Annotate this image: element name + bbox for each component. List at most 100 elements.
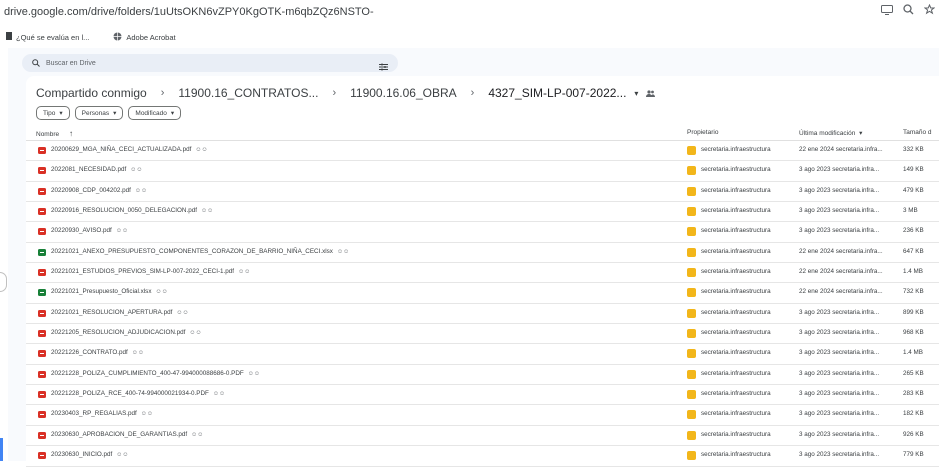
chevron-down-icon: ▾ [859, 130, 863, 137]
search-input[interactable]: Buscar en Drive [22, 54, 398, 72]
bookmark-item[interactable]: ¿Qué se evalúa en l... [6, 32, 89, 42]
size-cell: 479 KB [903, 186, 924, 194]
side-panel-toggle[interactable] [0, 272, 7, 292]
owner-cell: secretaria.infraestructura [701, 369, 771, 377]
size-cell: 926 KB [903, 430, 924, 438]
chevron-down-icon[interactable]: ▾ [634, 89, 638, 98]
size-cell: 3 MB [903, 207, 918, 215]
chip-label: Modificado [135, 109, 167, 117]
file-name-cell[interactable]: 20220908_CDP_004202.pdf ☺☺ [51, 187, 147, 194]
owner-cell: secretaria.infraestructura [701, 390, 771, 398]
owner-cell: secretaria.infraestructura [701, 329, 771, 337]
owner-avatar-icon [687, 288, 696, 298]
column-header-size[interactable]: Tamaño d [903, 129, 932, 136]
file-name-cell[interactable]: 20221021_RESOLUCION_APERTURA.pdf ☺☺ [51, 309, 189, 316]
table-row[interactable]: 20220916_RESOLUCION_0050_DELEGACION.pdf ☺… [26, 202, 939, 223]
size-cell: 1.4 MB [903, 268, 923, 276]
people-icon: ☺☺ [238, 269, 251, 276]
table-row[interactable]: 20221205_RESOLUCION_ADJUDICACION.pdf ☺☺ se… [26, 324, 939, 345]
spreadsheet-file-icon [38, 289, 46, 297]
pdf-file-icon [38, 330, 46, 338]
file-name-cell[interactable]: 20221228_POLIZA_CUMPLIMIENTO_400-47-9940… [51, 370, 260, 377]
file-name-cell[interactable]: 20221021_ANEXO_PRESUPUESTO_COMPONENTES_C… [51, 248, 349, 255]
url-text[interactable]: drive.google.com/drive/folders/1uUtsOKN6… [4, 6, 374, 18]
size-cell: 332 KB [903, 146, 924, 153]
breadcrumb-current[interactable]: 4327_SIM-LP-007-2022... [488, 86, 626, 100]
pdf-file-icon [38, 350, 46, 358]
breadcrumb-item[interactable]: 11900.16_CONTRATOS... [178, 86, 318, 100]
owner-avatar-icon [687, 268, 696, 278]
file-name-cell[interactable]: 20230403_RP_REGALIAS.pdf ☺☺ [51, 410, 153, 417]
table-row[interactable]: 20230403_RP_REGALIAS.pdf ☺☺ secretaria.inf… [26, 405, 939, 426]
filter-type-chip[interactable]: Tipo ▾ [36, 106, 70, 120]
table-row[interactable]: 20200629_MGA_NIÑA_CECI_ACTUALIZADA.pdf ☺☺… [26, 141, 939, 162]
owner-avatar-icon [687, 207, 696, 217]
file-name-cell[interactable]: 20230630_APROBACION_DE_GARANTIAS.pdf ☺☺ [51, 431, 203, 438]
install-app-icon[interactable] [881, 4, 893, 15]
file-name-cell[interactable]: 20221021_Presupuesto_Oficial.xlsx ☺☺ [51, 288, 168, 295]
bookmark-item[interactable]: Adobe Acrobat [113, 32, 176, 43]
owner-avatar-icon [687, 247, 696, 257]
file-name-cell[interactable]: 2022081_NECESIDAD.pdf ☺☺ [51, 166, 143, 173]
modified-cell: 3 ago 2023 secretaria.infra... [799, 207, 880, 215]
table-row[interactable]: 20230630_APROBACION_DE_GARANTIAS.pdf ☺☺ se… [26, 426, 939, 447]
column-header-name[interactable]: Nombre ↑ [36, 129, 73, 138]
zoom-icon[interactable] [903, 4, 914, 15]
file-name-cell[interactable]: 20221228_POLIZA_RCE_400-74-994000021934-… [51, 390, 225, 397]
people-icon: ☺☺ [155, 289, 168, 296]
bookmark-star-icon[interactable] [924, 4, 935, 15]
file-name: 20230630_INICIO.pdf [51, 451, 113, 459]
file-name-cell[interactable]: 20220916_RESOLUCION_0050_DELEGACION.pdf ☺… [51, 207, 213, 214]
table-row[interactable]: 20221021_RESOLUCION_APERTURA.pdf ☺☺ secret… [26, 304, 939, 325]
size-cell: 182 KB [903, 410, 924, 418]
table-row[interactable]: 2022081_NECESIDAD.pdf ☺☺ secretaria.infrae… [26, 161, 939, 182]
column-header-owner[interactable]: Propietario [687, 129, 718, 136]
bookmark-label: ¿Qué se evalúa en l... [16, 32, 90, 42]
search-placeholder: Buscar en Drive [46, 59, 96, 67]
people-icon: ☺☺ [131, 350, 145, 357]
table-row[interactable]: 20221228_POLIZA_CUMPLIMIENTO_400-47-9940… [26, 365, 939, 386]
file-name-cell[interactable]: 20220930_AVISO.pdf ☺☺ [51, 227, 128, 234]
modified-cell: 3 ago 2023 secretaria.infra... [799, 410, 880, 418]
drive-app: Buscar en Drive Compartido conmigo › 119… [8, 48, 939, 467]
chevron-down-icon: ▾ [113, 110, 117, 117]
table-row[interactable]: 20221228_POLIZA_RCE_400-74-994000021934-… [26, 385, 939, 406]
arrow-up-icon[interactable]: ↑ [69, 129, 73, 138]
owner-cell: secretaria.infraestructura [701, 410, 771, 418]
file-name: 20230630_APROBACION_DE_GARANTIAS.pdf [51, 430, 188, 438]
filter-modified-chip[interactable]: Modificado ▾ [128, 106, 182, 120]
file-name: 20221021_RESOLUCION_APERTURA.pdf [51, 308, 173, 316]
pdf-file-icon [38, 431, 46, 439]
filter-people-chip[interactable]: Personas ▾ [74, 106, 124, 120]
owner-cell: secretaria.infraestructura [701, 308, 771, 316]
table-row[interactable]: 20221226_CONTRATO.pdf ☺☺ secretaria.infrae… [26, 344, 939, 365]
modified-cell: 3 ago 2023 secretaria.infra... [799, 390, 880, 398]
owner-avatar-icon [687, 410, 696, 420]
file-table-body: 20200629_MGA_NIÑA_CECI_ACTUALIZADA.pdf ☺☺… [26, 141, 939, 467]
file-name-cell[interactable]: 20221021_ESTUDIOS_PREVIOS_SIM-LP-007-202… [51, 268, 250, 275]
search-icon [32, 54, 40, 72]
file-name-cell[interactable]: 20230630_INICIO.pdf ☺☺ [51, 451, 129, 458]
owner-avatar-icon [687, 390, 696, 400]
pdf-file-icon [38, 208, 46, 216]
breadcrumb-item[interactable]: Compartido conmigo [36, 86, 147, 100]
scroll-indicator [0, 438, 3, 461]
modified-cell: 3 ago 2023 secretaria.infra... [799, 329, 880, 337]
owner-cell: secretaria.infraestructura [701, 227, 771, 235]
modified-cell: 3 ago 2023 secretaria.infra... [799, 451, 880, 459]
table-row[interactable]: 20221021_ANEXO_PRESUPUESTO_COMPONENTES_C… [26, 243, 939, 264]
owner-cell: secretaria.infraestructura [701, 207, 771, 215]
breadcrumb-item[interactable]: 11900.16.06_OBRA [350, 86, 457, 100]
file-name-cell[interactable]: 20221226_CONTRATO.pdf ☺☺ [51, 349, 144, 356]
table-row[interactable]: 20220930_AVISO.pdf ☺☺ secretaria.infraestr… [26, 222, 939, 243]
table-row[interactable]: 20230630_INICIO.pdf ☺☺ secretaria.infraest… [26, 446, 939, 467]
file-name-cell[interactable]: 20200629_MGA_NIÑA_CECI_ACTUALIZADA.pdf ☺☺ [51, 146, 208, 153]
size-cell: 779 KB [903, 451, 924, 459]
table-row[interactable]: 20221021_ESTUDIOS_PREVIOS_SIM-LP-007-202… [26, 263, 939, 284]
owner-cell: secretaria.infraestructura [701, 268, 771, 276]
table-row[interactable]: 20220908_CDP_004202.pdf ☺☺ secretaria.infr… [26, 182, 939, 203]
table-row[interactable]: 20221021_Presupuesto_Oficial.xlsx ☺☺ secre… [26, 283, 939, 304]
search-options-icon[interactable] [379, 58, 388, 76]
column-header-modified[interactable]: Última modificación ▾ [799, 129, 862, 137]
file-name-cell[interactable]: 20221205_RESOLUCION_ADJUDICACION.pdf ☺☺ [51, 329, 202, 336]
